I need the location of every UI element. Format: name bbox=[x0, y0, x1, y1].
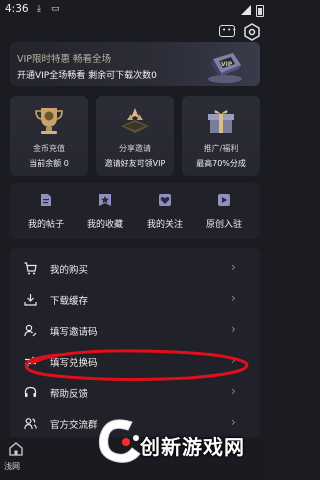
nav-home[interactable]: 浅网 bbox=[0, 437, 34, 480]
card-title: 分享邀请 bbox=[119, 144, 151, 153]
nav-home-label: 浅网 bbox=[4, 462, 20, 471]
menu-item-download-cache[interactable]: 下载缓存 › bbox=[10, 286, 260, 314]
chevron-right-icon: › bbox=[231, 322, 236, 336]
menu-item-my-purchases[interactable]: 我的购买 › bbox=[10, 255, 260, 283]
invite-user-icon bbox=[24, 324, 37, 337]
quick-label: 我的收藏 bbox=[86, 220, 123, 230]
chevron-right-icon: › bbox=[231, 353, 236, 367]
card-subtitle: 当前余额 0 bbox=[29, 159, 69, 168]
home-icon bbox=[9, 442, 23, 456]
status-bar: 4:36 ⤓ ▭ bbox=[0, 0, 270, 20]
chevron-right-icon: › bbox=[231, 260, 236, 274]
chevron-right-icon: › bbox=[231, 291, 236, 305]
exchange-icon bbox=[24, 356, 37, 367]
share-tray-icon bbox=[121, 108, 149, 133]
my-posts-link[interactable]: 我的帖子 bbox=[18, 183, 74, 239]
heart-icon bbox=[159, 194, 171, 206]
gift-box-icon bbox=[208, 110, 234, 133]
signal-icon bbox=[241, 5, 251, 15]
settings-hex-icon bbox=[244, 23, 260, 41]
play-icon bbox=[218, 194, 230, 206]
my-follows-link[interactable]: 我的关注 bbox=[137, 183, 193, 239]
quick-label: 我的帖子 bbox=[27, 220, 64, 230]
menu-label: 官方交流群 bbox=[50, 420, 98, 431]
card-title: 金币充值 bbox=[33, 144, 65, 153]
my-favorites-link[interactable]: 我的收藏 bbox=[77, 183, 133, 239]
menu-label: 帮助反馈 bbox=[50, 389, 89, 400]
sim-icon: ▭ bbox=[51, 4, 60, 14]
chevron-right-icon: › bbox=[231, 384, 236, 398]
menu-item-redeem-code[interactable]: 填写兑换码 › bbox=[10, 348, 260, 376]
coin-trophy-icon bbox=[35, 108, 63, 134]
status-time: 4:36 bbox=[5, 3, 29, 15]
menu-item-invite-code[interactable]: 填写邀请码 › bbox=[10, 317, 260, 345]
download-icon bbox=[24, 294, 37, 306]
star-icon bbox=[99, 194, 111, 206]
quick-links-row: 我的帖子 我的收藏 我的关注 原创入驻 bbox=[10, 183, 260, 239]
share-invite-card[interactable]: 分享邀请 邀请好友可领VIP bbox=[96, 96, 174, 176]
watermark-text: 创新游戏网 bbox=[140, 435, 245, 459]
cart-icon bbox=[24, 262, 37, 275]
card-subtitle: 最高70%分成 bbox=[196, 159, 246, 168]
battery-icon bbox=[256, 5, 264, 17]
menu-label: 下载缓存 bbox=[50, 296, 89, 307]
original-join-link[interactable]: 原创入驻 bbox=[196, 183, 252, 239]
promotion-welfare-card[interactable]: 推广/福利 最高70%分成 bbox=[182, 96, 260, 176]
watermark-logo bbox=[98, 419, 141, 463]
vip-title: VIP限时特惠 畅看全场 bbox=[17, 54, 112, 65]
group-icon bbox=[24, 418, 37, 430]
post-icon bbox=[41, 194, 51, 206]
chevron-right-icon: › bbox=[231, 415, 236, 429]
menu-item-help-feedback[interactable]: 帮助反馈 › bbox=[10, 379, 260, 407]
settings-button[interactable] bbox=[242, 22, 262, 42]
coin-recharge-card[interactable]: 金币充值 当前余额 0 bbox=[10, 96, 88, 176]
quick-label: 我的关注 bbox=[146, 220, 183, 230]
menu-label: 填写邀请码 bbox=[50, 327, 98, 338]
download-status-icon: ⤓ bbox=[37, 4, 41, 14]
vip-subtitle: 开通VIP全场畅看 剩余可下载次数0 bbox=[17, 71, 157, 81]
card-subtitle: 邀请好友可领VIP bbox=[104, 159, 166, 168]
card-title: 推广/福利 bbox=[203, 144, 239, 153]
menu-label: 我的购买 bbox=[50, 265, 89, 276]
vip-banner[interactable]: VIP限时特惠 畅看全场 开通VIP全场畅看 剩余可下载次数0 VIP bbox=[10, 42, 260, 86]
vip-gem-icon: VIP bbox=[208, 53, 242, 83]
headset-icon bbox=[24, 386, 37, 397]
svg-text:VIP: VIP bbox=[221, 61, 233, 68]
message-button[interactable]: ••• bbox=[217, 22, 237, 42]
menu-label: 填写兑换码 bbox=[50, 358, 98, 369]
quick-label: 原创入驻 bbox=[205, 220, 242, 230]
